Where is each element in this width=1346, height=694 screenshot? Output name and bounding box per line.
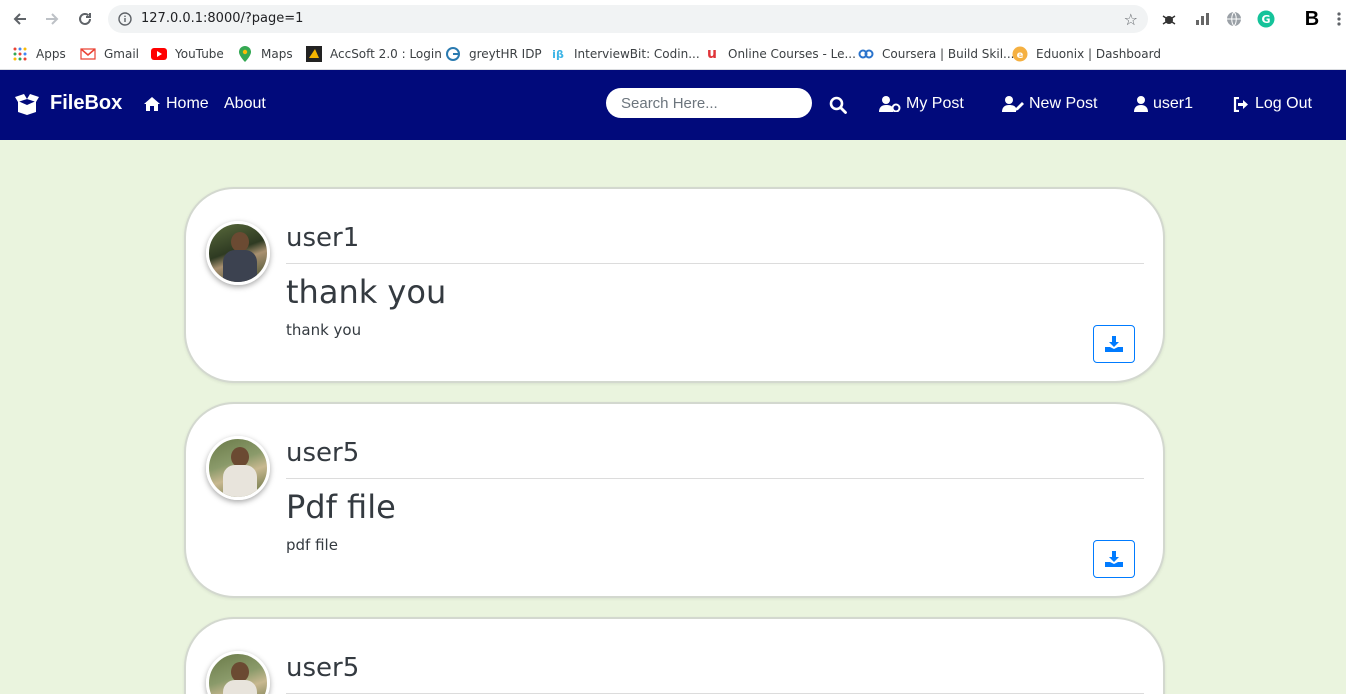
- nav-new-post-label: New Post: [1029, 95, 1098, 112]
- reload-icon[interactable]: [75, 9, 95, 29]
- download-button[interactable]: [1093, 540, 1135, 578]
- bookmark-label: Eduonix | Dashboard: [1036, 47, 1161, 61]
- bookmarks-bar: Apps Gmail YouTube Maps AccSoft 2.0 : Lo…: [0, 38, 1346, 70]
- site-navbar: FileBox Home About My Post New Post user…: [0, 70, 1346, 140]
- post-username[interactable]: user5: [286, 438, 359, 468]
- youtube-icon: [151, 46, 167, 62]
- svg-text:G: G: [1261, 13, 1270, 26]
- browser-toolbar: 127.0.0.1:8000/?page=1 ☆ G B: [0, 0, 1346, 38]
- brand-name: FileBox: [50, 92, 123, 114]
- bookmark-apps[interactable]: Apps: [12, 43, 66, 65]
- download-icon: [1105, 336, 1123, 352]
- udemy-icon: u: [707, 46, 717, 62]
- brand-link[interactable]: FileBox: [14, 92, 122, 115]
- nav-user[interactable]: user1: [1134, 95, 1193, 113]
- nav-new-post[interactable]: New Post: [1002, 95, 1097, 113]
- extension-b-icon[interactable]: B: [1302, 8, 1322, 30]
- user-edit-icon: [1002, 96, 1024, 112]
- sign-out-icon: [1233, 96, 1248, 112]
- bookmark-label: Maps: [261, 47, 293, 61]
- bookmark-coursera[interactable]: Coursera | Build Skil...: [858, 43, 1014, 65]
- bookmark-udemy[interactable]: u Online Courses - Le...: [704, 43, 856, 65]
- post-card: user5: [184, 617, 1165, 694]
- apps-grid-icon: [12, 46, 28, 62]
- bookmark-label: Coursera | Build Skil...: [882, 47, 1015, 61]
- avatar: [206, 436, 270, 500]
- search-icon[interactable]: [829, 96, 847, 119]
- extension-bug-icon[interactable]: [1160, 10, 1178, 28]
- box-open-icon: [15, 93, 39, 115]
- bookmark-accsoft[interactable]: AccSoft 2.0 : Login: [306, 43, 442, 65]
- extension-globe-icon[interactable]: [1225, 10, 1243, 28]
- bookmark-label: greytHR IDP: [469, 47, 542, 61]
- svg-text:e: e: [1017, 50, 1024, 61]
- gmail-icon: [80, 46, 96, 62]
- bookmark-greythr[interactable]: greytHR IDP: [445, 43, 542, 65]
- bookmark-label: InterviewBit: Codin...: [574, 47, 700, 61]
- url-text: 127.0.0.1:8000/?page=1: [141, 11, 304, 26]
- bookmark-star-icon[interactable]: ☆: [1124, 10, 1138, 30]
- post-title: thank you: [286, 273, 447, 311]
- avatar: [206, 651, 270, 694]
- eduonix-icon: e: [1012, 46, 1028, 62]
- nav-home[interactable]: Home: [143, 95, 209, 113]
- post-card: user5 Pdf file pdf file: [184, 402, 1165, 598]
- avatar: [206, 221, 270, 285]
- post-title: Pdf file: [286, 488, 396, 526]
- greythr-icon: [445, 46, 461, 62]
- back-icon[interactable]: [10, 9, 30, 29]
- search-input[interactable]: [606, 88, 812, 118]
- bookmark-maps[interactable]: Maps: [237, 43, 293, 65]
- accsoft-icon: [306, 46, 322, 62]
- home-icon: [144, 97, 160, 111]
- nav-logout-label: Log Out: [1255, 95, 1312, 112]
- post-card: user1 thank you thank you: [184, 187, 1165, 383]
- address-bar[interactable]: 127.0.0.1:8000/?page=1 ☆: [108, 5, 1148, 33]
- download-icon: [1105, 551, 1123, 567]
- download-button[interactable]: [1093, 325, 1135, 363]
- nav-home-label: Home: [166, 95, 209, 112]
- bookmark-label: Gmail: [104, 47, 140, 61]
- bookmark-label: YouTube: [175, 47, 224, 61]
- nav-about[interactable]: About: [224, 95, 266, 113]
- post-description: pdf file: [286, 536, 338, 554]
- bookmark-label: AccSoft 2.0 : Login: [330, 47, 442, 61]
- bookmark-gmail[interactable]: Gmail: [80, 43, 139, 65]
- nav-logout[interactable]: Log Out: [1233, 95, 1312, 113]
- maps-pin-icon: [237, 46, 253, 62]
- user-icon: [1134, 96, 1148, 112]
- extension-chart-icon[interactable]: [1194, 10, 1212, 28]
- bookmark-label: Apps: [36, 47, 66, 61]
- coursera-icon: [858, 46, 874, 62]
- nav-about-label: About: [224, 95, 266, 112]
- bookmark-interviewbit[interactable]: iβ InterviewBit: Codin...: [550, 43, 700, 65]
- divider: [286, 478, 1144, 479]
- grammarly-icon[interactable]: G: [1257, 10, 1275, 28]
- bookmark-youtube[interactable]: YouTube: [151, 43, 224, 65]
- bookmark-eduonix[interactable]: e Eduonix | Dashboard: [1012, 43, 1161, 65]
- nav-my-post-label: My Post: [906, 95, 964, 112]
- menu-kebab-icon[interactable]: [1334, 10, 1344, 28]
- bookmark-label: Online Courses - Le...: [728, 47, 856, 61]
- nav-user-label: user1: [1153, 95, 1194, 112]
- site-info-icon[interactable]: [118, 12, 132, 31]
- post-username[interactable]: user5: [286, 653, 359, 683]
- forward-icon[interactable]: [42, 9, 62, 29]
- nav-my-post[interactable]: My Post: [879, 95, 964, 113]
- interviewbit-icon: iβ: [552, 47, 564, 61]
- divider: [286, 263, 1144, 264]
- post-username[interactable]: user1: [286, 223, 359, 253]
- user-cog-icon: [879, 96, 901, 112]
- post-description: thank you: [286, 321, 362, 339]
